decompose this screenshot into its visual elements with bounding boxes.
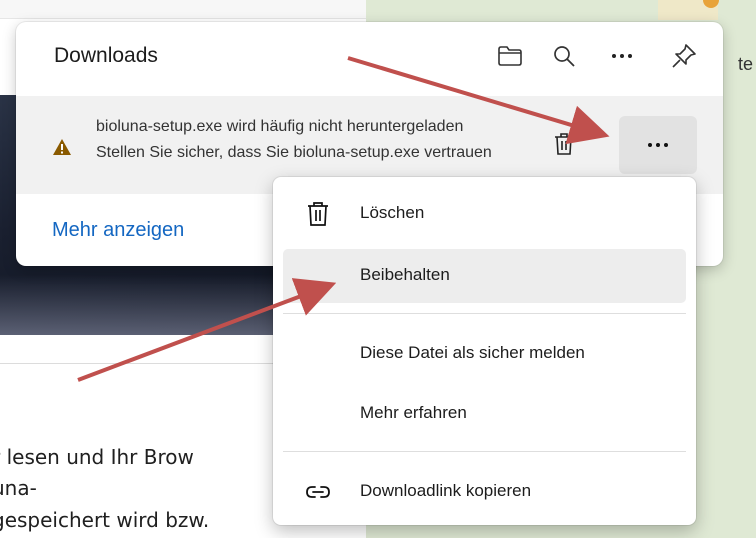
menu-separator — [283, 451, 686, 452]
menu-item-label: Löschen — [360, 203, 425, 222]
menu-item-learn-more[interactable]: Mehr erfahren — [283, 387, 686, 441]
menu-item-label: Beibehalten — [360, 265, 450, 284]
downloads-title: Downloads — [54, 44, 158, 67]
show-more-link[interactable]: Mehr anzeigen — [52, 219, 184, 242]
text-fade — [496, 110, 546, 180]
menu-item-keep[interactable]: Beibehalten — [283, 249, 686, 303]
folder-icon — [498, 46, 522, 66]
download-context-menu: Löschen Beibehalten Diese Datei als sich… — [273, 177, 696, 525]
download-warning-text: bioluna-setup.exe wird häufig nicht heru… — [96, 118, 464, 135]
background-text-fragment: te — [738, 54, 754, 74]
download-warning-subtext: Stellen Sie sicher, dass Sie bioluna-set… — [96, 144, 492, 161]
menu-item-report-safe[interactable]: Diese Datei als sicher melden — [283, 327, 686, 381]
background-text-line: una- — [0, 476, 37, 500]
warning-icon — [53, 139, 71, 155]
menu-separator — [283, 313, 686, 314]
download-more-actions-button[interactable] — [619, 116, 697, 174]
pin-icon — [672, 44, 696, 68]
menu-item-delete[interactable]: Löschen — [283, 187, 686, 241]
search-icon — [554, 46, 575, 67]
menu-item-label: Diese Datei als sicher melden — [360, 343, 585, 362]
search-downloads-button[interactable] — [544, 36, 584, 76]
delete-download-button[interactable] — [544, 124, 584, 164]
panel-more-button[interactable] — [602, 36, 642, 76]
menu-item-label: Downloadlink kopieren — [360, 481, 532, 500]
trash-icon — [303, 199, 333, 229]
more-icon — [612, 54, 632, 58]
background-text-line: gespeichert wird bzw. — [0, 508, 210, 532]
menu-item-copy-link[interactable]: Downloadlink kopieren — [283, 465, 686, 519]
link-icon — [303, 477, 333, 507]
open-folder-button[interactable] — [490, 36, 530, 76]
pin-button[interactable] — [664, 36, 704, 76]
trash-icon — [555, 133, 573, 155]
background-text-line: r lesen und Ihr Brow — [0, 445, 194, 469]
menu-item-label: Mehr erfahren — [360, 403, 467, 422]
more-icon — [648, 143, 668, 147]
background-topbar — [0, 0, 366, 19]
